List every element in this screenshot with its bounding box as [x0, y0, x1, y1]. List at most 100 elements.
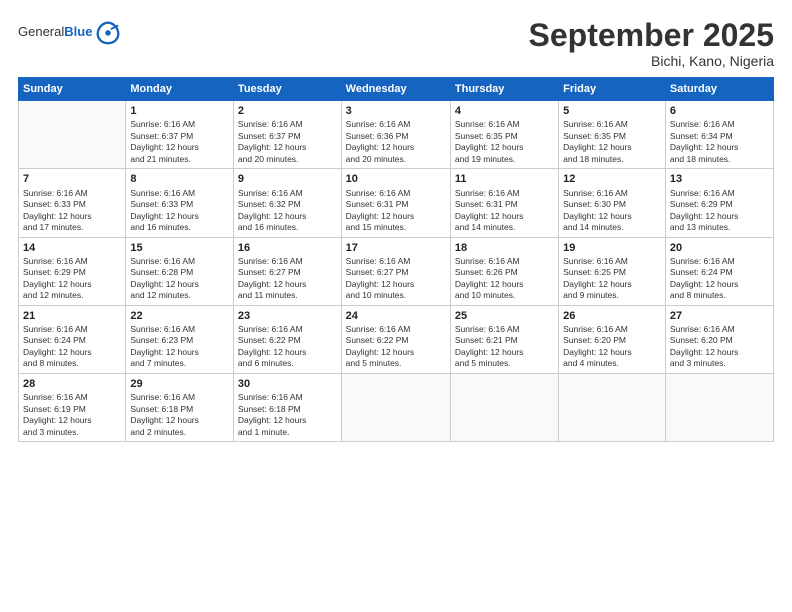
day-info: Sunrise: 6:16 AM Sunset: 6:27 PM Dayligh…: [238, 256, 337, 302]
day-number: 12: [563, 172, 661, 186]
day-number: 27: [670, 309, 769, 323]
day-number: 10: [346, 172, 446, 186]
header: GeneralBlue September 2025 Bichi, Kano, …: [18, 18, 774, 69]
table-row: 11Sunrise: 6:16 AM Sunset: 6:31 PM Dayli…: [450, 169, 558, 237]
day-number: 5: [563, 104, 661, 118]
day-number: 15: [130, 241, 229, 255]
table-row: 17Sunrise: 6:16 AM Sunset: 6:27 PM Dayli…: [341, 237, 450, 305]
day-info: Sunrise: 6:16 AM Sunset: 6:29 PM Dayligh…: [23, 256, 121, 302]
day-number: 20: [670, 241, 769, 255]
table-row: 13 Sunrise: 6:16 AM Sunset: 6:29 PM Dayli…: [665, 169, 773, 237]
table-row: 18Sunrise: 6:16 AM Sunset: 6:26 PM Dayli…: [450, 237, 558, 305]
day-info: Sunrise: 6:16 AM Sunset: 6:35 PM Dayligh…: [455, 119, 554, 165]
table-row: 20Sunrise: 6:16 AM Sunset: 6:24 PM Dayli…: [665, 237, 773, 305]
day-info: Sunrise: 6:16 AM Sunset: 6:33 PM Dayligh…: [23, 188, 121, 234]
table-row: [450, 373, 558, 441]
title-area: September 2025 Bichi, Kano, Nigeria: [529, 18, 774, 69]
table-row: 30Sunrise: 6:16 AM Sunset: 6:18 PM Dayli…: [233, 373, 341, 441]
day-info: Sunrise: 6:16 AM Sunset: 6:25 PM Dayligh…: [563, 256, 661, 302]
table-row: [665, 373, 773, 441]
day-number: 17: [346, 241, 446, 255]
day-info: Sunrise: 6:16 AM Sunset: 6:30 PM Dayligh…: [563, 188, 661, 234]
day-number: 4: [455, 104, 554, 118]
day-number: 26: [563, 309, 661, 323]
col-sunday: Sunday: [19, 78, 126, 101]
day-info: Sunrise: 6:16 AM Sunset: 6:23 PM Dayligh…: [130, 324, 229, 370]
logo-general: GeneralBlue: [18, 24, 92, 40]
day-number: 30: [238, 377, 337, 391]
table-row: 22Sunrise: 6:16 AM Sunset: 6:23 PM Dayli…: [126, 305, 234, 373]
day-number: 25: [455, 309, 554, 323]
day-number: 14: [23, 241, 121, 255]
table-row: 4Sunrise: 6:16 AM Sunset: 6:35 PM Daylig…: [450, 101, 558, 169]
day-number: 28: [23, 377, 121, 391]
day-info: Sunrise: 6:16 AM Sunset: 6:22 PM Dayligh…: [346, 324, 446, 370]
day-number: 22: [130, 309, 229, 323]
day-info: Sunrise: 6:16 AM Sunset: 6:35 PM Dayligh…: [563, 119, 661, 165]
table-row: [19, 101, 126, 169]
table-row: 14Sunrise: 6:16 AM Sunset: 6:29 PM Dayli…: [19, 237, 126, 305]
day-info: Sunrise: 6:16 AM Sunset: 6:27 PM Dayligh…: [346, 256, 446, 302]
calendar-week-row: 1Sunrise: 6:16 AM Sunset: 6:37 PM Daylig…: [19, 101, 774, 169]
month-title: September 2025: [529, 18, 774, 53]
day-info: Sunrise: 6:16 AM Sunset: 6:24 PM Dayligh…: [670, 256, 769, 302]
table-row: 2Sunrise: 6:16 AM Sunset: 6:37 PM Daylig…: [233, 101, 341, 169]
table-row: 27Sunrise: 6:16 AM Sunset: 6:20 PM Dayli…: [665, 305, 773, 373]
day-number: 3: [346, 104, 446, 118]
day-info: Sunrise: 6:16 AM Sunset: 6:33 PM Dayligh…: [130, 188, 229, 234]
table-row: 10 Sunrise: 6:16 AM Sunset: 6:31 PM Dayli…: [341, 169, 450, 237]
day-info: Sunrise: 6:16 AM Sunset: 6:37 PM Dayligh…: [130, 119, 229, 165]
table-row: 24Sunrise: 6:16 AM Sunset: 6:22 PM Dayli…: [341, 305, 450, 373]
col-friday: Friday: [559, 78, 666, 101]
calendar-week-row: 14Sunrise: 6:16 AM Sunset: 6:29 PM Dayli…: [19, 237, 774, 305]
table-row: 5Sunrise: 6:16 AM Sunset: 6:35 PM Daylig…: [559, 101, 666, 169]
day-number: 2: [238, 104, 337, 118]
table-row: [559, 373, 666, 441]
day-number: 23: [238, 309, 337, 323]
day-info: Sunrise: 6:16 AM Sunset: 6:28 PM Dayligh…: [130, 256, 229, 302]
day-number: 8: [130, 172, 229, 186]
day-number: 21: [23, 309, 121, 323]
table-row: 8 Sunrise: 6:16 AM Sunset: 6:33 PM Daylig…: [126, 169, 234, 237]
day-number: 24: [346, 309, 446, 323]
table-row: 9Sunrise: 6:16 AM Sunset: 6:32 PM Daylig…: [233, 169, 341, 237]
day-info: Sunrise: 6:16 AM Sunset: 6:20 PM Dayligh…: [563, 324, 661, 370]
calendar-week-row: 7 Sunrise: 6:16 AM Sunset: 6:33 PM Daylig…: [19, 169, 774, 237]
day-info: Sunrise: 6:16 AM Sunset: 6:31 PM Dayligh…: [455, 188, 554, 234]
day-info: Sunrise: 6:16 AM Sunset: 6:18 PM Dayligh…: [130, 392, 229, 438]
table-row: 29Sunrise: 6:16 AM Sunset: 6:18 PM Dayli…: [126, 373, 234, 441]
page: GeneralBlue September 2025 Bichi, Kano, …: [0, 0, 792, 612]
day-number: 7: [23, 172, 121, 186]
calendar-table: Sunday Monday Tuesday Wednesday Thursday…: [18, 77, 774, 442]
logo: GeneralBlue: [18, 18, 122, 46]
table-row: 16Sunrise: 6:16 AM Sunset: 6:27 PM Dayli…: [233, 237, 341, 305]
day-number: 13: [670, 172, 769, 186]
table-row: 21Sunrise: 6:16 AM Sunset: 6:24 PM Dayli…: [19, 305, 126, 373]
col-tuesday: Tuesday: [233, 78, 341, 101]
table-row: 28Sunrise: 6:16 AM Sunset: 6:19 PM Dayli…: [19, 373, 126, 441]
day-info: Sunrise: 6:16 AM Sunset: 6:37 PM Dayligh…: [238, 119, 337, 165]
calendar-header-row: Sunday Monday Tuesday Wednesday Thursday…: [19, 78, 774, 101]
calendar-week-row: 21Sunrise: 6:16 AM Sunset: 6:24 PM Dayli…: [19, 305, 774, 373]
day-info: Sunrise: 6:16 AM Sunset: 6:18 PM Dayligh…: [238, 392, 337, 438]
col-monday: Monday: [126, 78, 234, 101]
table-row: 3Sunrise: 6:16 AM Sunset: 6:36 PM Daylig…: [341, 101, 450, 169]
day-number: 16: [238, 241, 337, 255]
day-info: Sunrise: 6:16 AM Sunset: 6:19 PM Dayligh…: [23, 392, 121, 438]
table-row: 19Sunrise: 6:16 AM Sunset: 6:25 PM Dayli…: [559, 237, 666, 305]
day-info: Sunrise: 6:16 AM Sunset: 6:29 PM Dayligh…: [670, 188, 769, 234]
col-wednesday: Wednesday: [341, 78, 450, 101]
table-row: 6Sunrise: 6:16 AM Sunset: 6:34 PM Daylig…: [665, 101, 773, 169]
day-info: Sunrise: 6:16 AM Sunset: 6:20 PM Dayligh…: [670, 324, 769, 370]
day-info: Sunrise: 6:16 AM Sunset: 6:26 PM Dayligh…: [455, 256, 554, 302]
table-row: 25Sunrise: 6:16 AM Sunset: 6:21 PM Dayli…: [450, 305, 558, 373]
col-saturday: Saturday: [665, 78, 773, 101]
day-number: 18: [455, 241, 554, 255]
day-info: Sunrise: 6:16 AM Sunset: 6:22 PM Dayligh…: [238, 324, 337, 370]
table-row: 23Sunrise: 6:16 AM Sunset: 6:22 PM Dayli…: [233, 305, 341, 373]
day-number: 6: [670, 104, 769, 118]
day-info: Sunrise: 6:16 AM Sunset: 6:31 PM Dayligh…: [346, 188, 446, 234]
table-row: 1Sunrise: 6:16 AM Sunset: 6:37 PM Daylig…: [126, 101, 234, 169]
table-row: [341, 373, 450, 441]
table-row: 26Sunrise: 6:16 AM Sunset: 6:20 PM Dayli…: [559, 305, 666, 373]
